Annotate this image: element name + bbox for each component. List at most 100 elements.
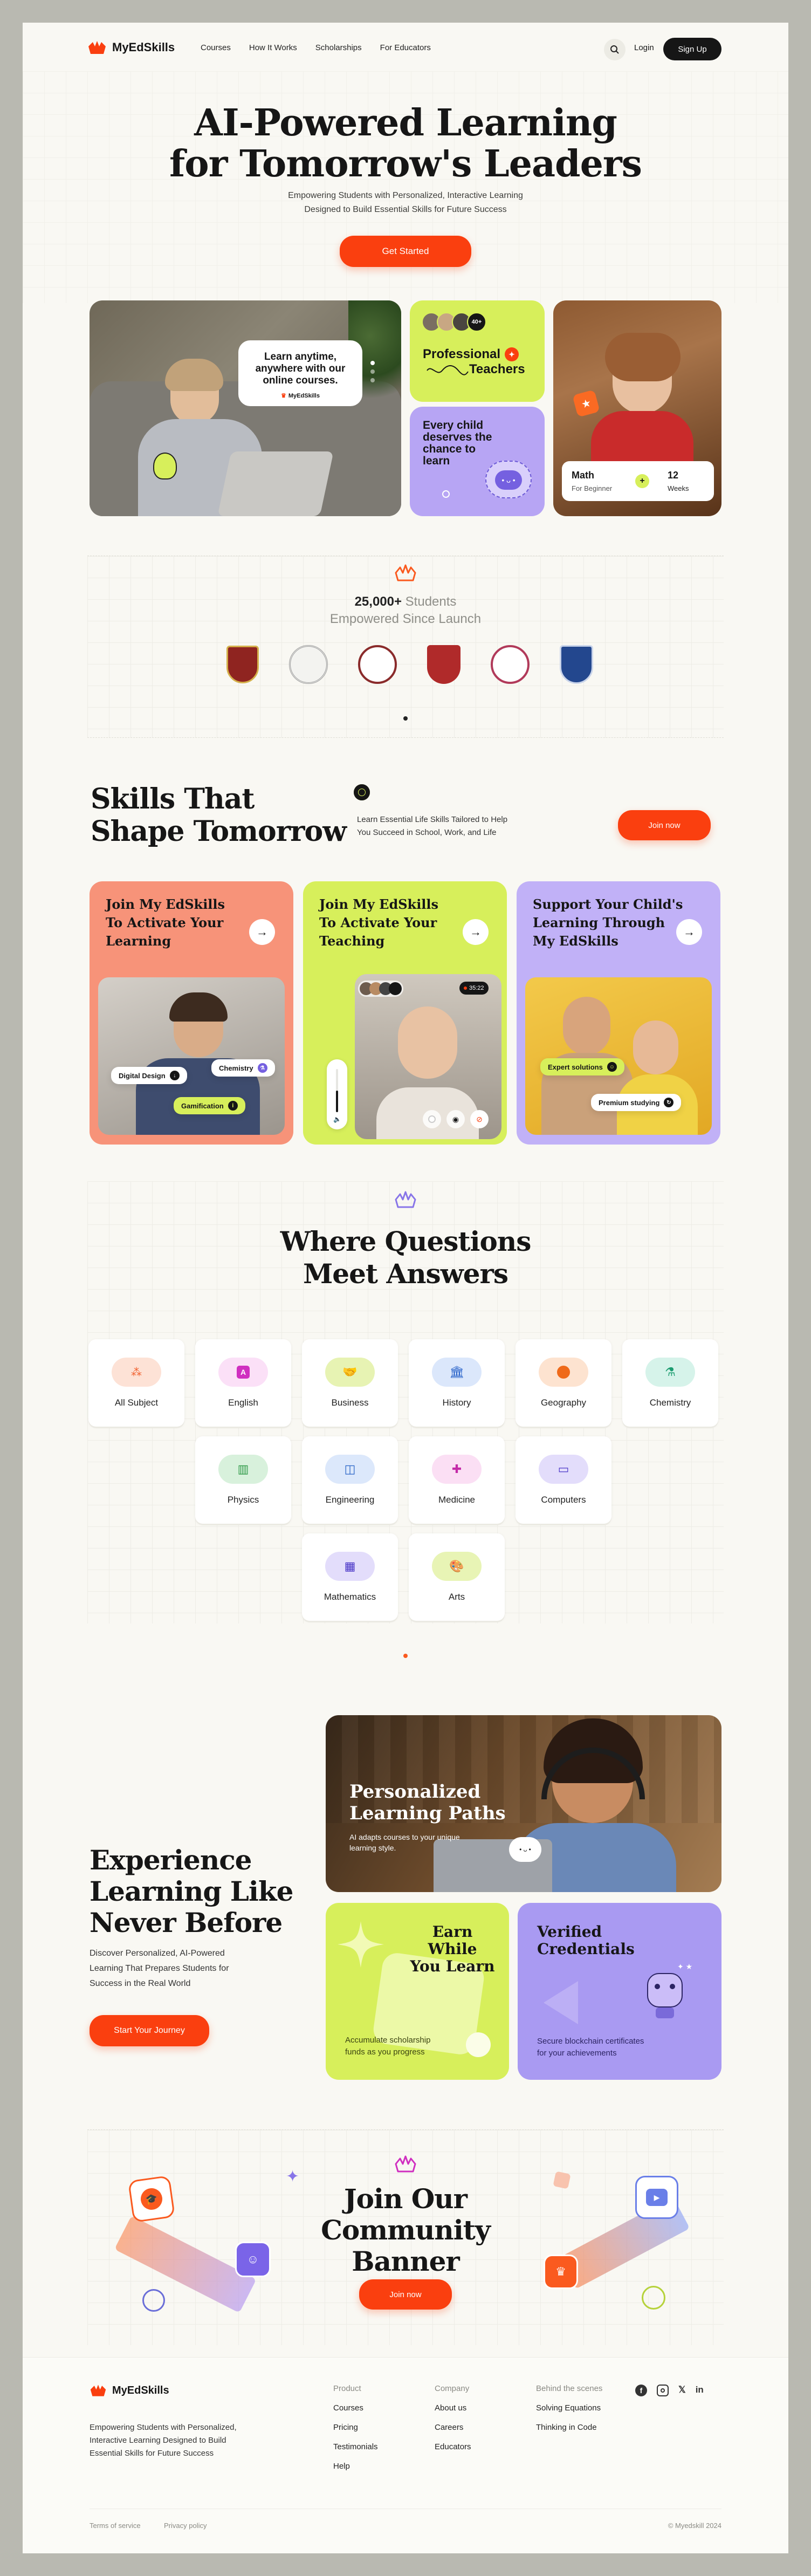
university-seal-icon	[289, 645, 328, 684]
skill-card-title: Support Your Child's Learning Through My E…	[533, 896, 683, 949]
carousel-dot[interactable]	[370, 378, 375, 382]
skill-card-teaching[interactable]: Join My EdSkills To Activate Your Teaching…	[303, 881, 507, 1145]
avatar-more	[389, 982, 402, 995]
signup-button[interactable]: Sign Up	[663, 38, 721, 60]
math-course-info[interactable]: Math For Beginner + 12 Weeks	[562, 461, 714, 501]
social-links: f 𝕏 in	[635, 2385, 704, 2396]
earn-line2: You Learn	[410, 1957, 495, 1975]
subject-physics[interactable]: ▥ Physics	[195, 1436, 291, 1524]
nav-link-for-educators[interactable]: For Educators	[380, 43, 431, 52]
terms-link[interactable]: Terms of service	[90, 2522, 141, 2530]
community-join-button[interactable]: Join now	[359, 2279, 452, 2310]
experience-title-line1: Experience	[90, 1844, 252, 1876]
monitor-icon: ▭	[539, 1455, 588, 1484]
experience-desc-line2: Learning That Prepares Students for	[90, 1964, 229, 1973]
record-button[interactable]	[423, 1110, 441, 1128]
nav-link-how-it-works[interactable]: How It Works	[249, 43, 297, 52]
footer-link-thinking-in-code[interactable]: Thinking in Code	[536, 2418, 602, 2437]
university-shield-icon	[560, 645, 593, 684]
flask-icon: ⚗	[645, 1358, 695, 1387]
subject-engineering[interactable]: ◫ Engineering	[302, 1436, 398, 1524]
skill-card-parents[interactable]: Support Your Child's Learning Through My E…	[517, 881, 720, 1145]
nav-links: Courses How It Works Scholarships For Ed…	[201, 43, 431, 52]
footer-col-product: Product Courses Pricing Testimonials Hel…	[333, 2379, 378, 2476]
facebook-icon[interactable]: f	[635, 2385, 647, 2396]
earn-title: Earn While You Learn	[407, 1923, 498, 1975]
subject-chemistry[interactable]: ⚗ Chemistry	[622, 1339, 718, 1427]
personalized-card[interactable]: Personalized Learning Paths AI adapts co…	[326, 1715, 721, 1892]
x-twitter-icon[interactable]: 𝕏	[678, 2385, 686, 2396]
footer-link-courses[interactable]: Courses	[333, 2399, 378, 2418]
search-button[interactable]	[604, 39, 626, 60]
footer-col-behind: Behind the scenes Solving Equations Thin…	[536, 2379, 602, 2437]
subject-history[interactable]: 🏛 History	[409, 1339, 505, 1427]
every-child-text: Every child deserves the chance to learn	[423, 420, 492, 467]
letter-a-icon: A	[218, 1358, 268, 1387]
privacy-link[interactable]: Privacy policy	[164, 2522, 207, 2530]
footer-link-educators[interactable]: Educators	[435, 2437, 471, 2457]
join-now-button[interactable]: Join now	[618, 810, 711, 840]
skill-card-learning[interactable]: Join My EdSkills To Activate Your Learning…	[90, 881, 293, 1145]
brand-logo[interactable]: MyEdSkills	[87, 40, 175, 55]
footer-link-solving-equations[interactable]: Solving Equations	[536, 2399, 602, 2418]
start-journey-button[interactable]: Start Your Journey	[90, 2015, 209, 2046]
top-nav: MyEdSkills Courses How It Works Scholars…	[23, 23, 788, 71]
subject-english[interactable]: A English	[195, 1339, 291, 1427]
instagram-icon[interactable]	[657, 2385, 669, 2396]
carousel-dot[interactable]	[370, 369, 375, 374]
bubble-brand: MyEdSkills	[288, 393, 320, 399]
footer-link-careers[interactable]: Careers	[435, 2418, 471, 2437]
call-avatars	[358, 981, 403, 997]
volume-slider[interactable]: 🔈	[327, 1059, 347, 1129]
brand-name: MyEdSkills	[112, 40, 175, 54]
arrow-right-icon[interactable]: →	[676, 919, 702, 945]
experience-desc-line3: Success in the Real World	[90, 1979, 191, 1988]
carousel-dots[interactable]	[370, 361, 375, 393]
get-started-button[interactable]: Get Started	[340, 236, 471, 267]
subject-business[interactable]: 🤝 Business	[302, 1339, 398, 1427]
chip-premium-studying: Premium studying ↻	[591, 1094, 682, 1111]
subject-arts[interactable]: 🎨 Arts	[409, 1533, 505, 1621]
footer-col-head: Behind the scenes	[536, 2384, 603, 2393]
mic-off-icon[interactable]: ⊘	[470, 1110, 489, 1128]
crown-outline-icon	[395, 1191, 416, 1208]
experience-desc: Discover Personalized, AI-Powered Learni…	[90, 1946, 229, 1991]
footer-link-pricing[interactable]: Pricing	[333, 2418, 378, 2437]
footer-brand-logo[interactable]: MyEdSkills	[90, 2383, 169, 2397]
skills-desc-line1: Learn Essential Life Skills Tailored to …	[357, 815, 508, 824]
subject-computers[interactable]: ▭ Computers	[516, 1436, 611, 1524]
chip-chemistry: Chemistry ⚗	[211, 1059, 275, 1077]
login-link[interactable]: Login	[634, 43, 654, 52]
mini-crown-icon: ♛	[281, 393, 286, 399]
footer-link-help[interactable]: Help	[333, 2457, 378, 2476]
footer-link-about[interactable]: About us	[435, 2399, 471, 2418]
community-title-line3: Banner	[352, 2245, 460, 2277]
crown-outline-icon	[395, 2155, 416, 2173]
carousel-dot[interactable]	[370, 361, 375, 365]
bubble-line3: online courses.	[263, 375, 338, 386]
purple-line2: deserves the	[423, 431, 492, 443]
crown-logo-icon	[88, 41, 106, 54]
stats-count: 25,000+	[354, 594, 402, 609]
subject-mathematics[interactable]: ▦ Mathematics	[302, 1533, 398, 1621]
hero-title-line2: for Tomorrow's Leaders	[169, 142, 642, 186]
earn-card[interactable]: Earn While You Learn Accumulate scholars…	[326, 1903, 509, 2080]
handshake-icon: 🤝	[325, 1358, 375, 1387]
slider-fill	[336, 1091, 338, 1112]
subject-medicine[interactable]: ✚ Medicine	[409, 1436, 505, 1524]
camera-icon[interactable]: ◉	[446, 1110, 465, 1128]
arrow-right-icon[interactable]: →	[463, 919, 489, 945]
personalized-line1: Personalized	[349, 1781, 481, 1803]
teacher-head	[398, 1006, 457, 1079]
subject-geography[interactable]: Geography	[516, 1339, 611, 1427]
smile-icon: ☺	[607, 1062, 617, 1072]
verified-card[interactable]: Verified Credentials ✦ ★ Secure blockcha…	[518, 1903, 721, 2080]
linkedin-icon[interactable]: in	[696, 2385, 704, 2396]
nav-link-courses[interactable]: Courses	[201, 43, 231, 52]
bubble-line2: anywhere with our	[255, 363, 346, 374]
subject-all-subject[interactable]: ⁂ All Subject	[88, 1339, 184, 1427]
footer-link-testimonials[interactable]: Testimonials	[333, 2437, 378, 2457]
stats-line2: Empowered Since Launch	[329, 612, 482, 626]
nav-link-scholarships[interactable]: Scholarships	[315, 43, 362, 52]
arrow-right-icon[interactable]: →	[249, 919, 275, 945]
